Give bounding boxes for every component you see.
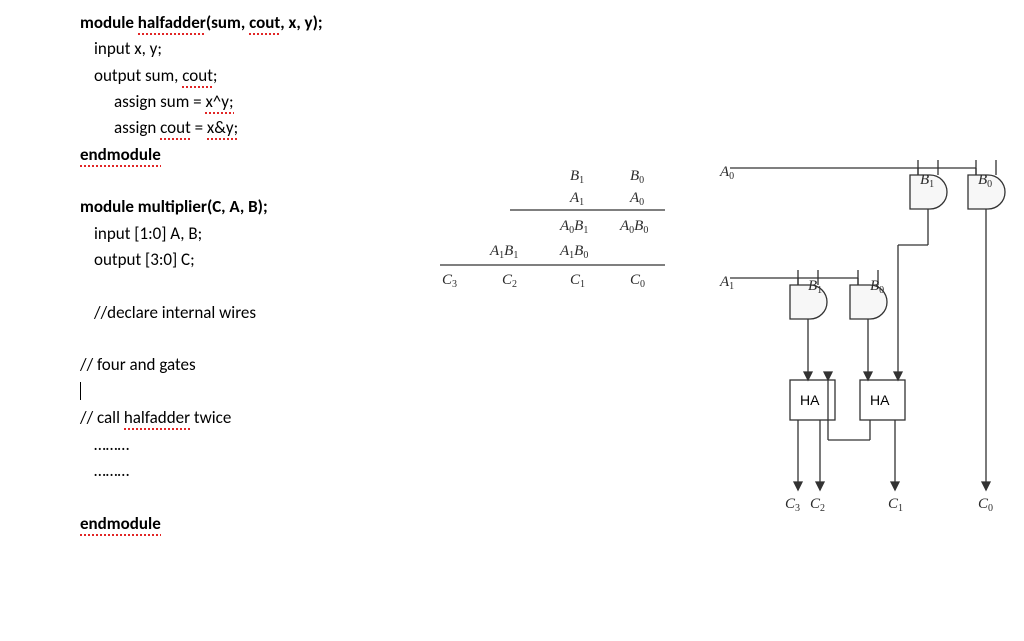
- cin-B0-mid: B0: [870, 278, 884, 296]
- cin-B1-top: B1: [920, 172, 934, 190]
- ha-label-1: HA: [800, 392, 820, 408]
- kw-endmodule: endmodule: [80, 144, 161, 167]
- cin-B0-top: B0: [978, 172, 992, 190]
- tbl-A1: A1: [570, 190, 584, 208]
- cin-A1: A1: [720, 274, 734, 292]
- tbl-C2: C2: [502, 272, 517, 290]
- tbl-C0: C0: [630, 272, 645, 290]
- kw-module: module: [80, 12, 138, 33]
- cin-B1-mid: B1: [808, 278, 822, 296]
- ha-label-2: HA: [870, 392, 890, 408]
- cout-C0: C0: [978, 496, 993, 514]
- verilog-code-block: module halfadder(sum, cout, x, y); input…: [80, 10, 420, 537]
- tbl-A0B1: A0B1: [560, 218, 588, 236]
- tbl-C3: C3: [442, 272, 457, 290]
- tbl-A1B0: A1B0: [560, 243, 588, 261]
- text-cursor: [80, 382, 81, 400]
- tbl-A0: A0: [630, 190, 644, 208]
- cin-A0: A0: [720, 164, 734, 182]
- tbl-B0: B0: [630, 168, 644, 186]
- tbl-C1: C1: [570, 272, 585, 290]
- tbl-B1: B1: [570, 168, 584, 186]
- tbl-A0B0: A0B0: [620, 218, 648, 236]
- word-halfadder: halfadder: [138, 12, 206, 35]
- cout-C2: C2: [810, 496, 825, 514]
- cout-C3: C3: [785, 496, 800, 514]
- circuit-diagram: HA HA: [700, 150, 1020, 550]
- figures-area: B1 B0 A1 A0 A0B1 A0B0 A1B1 A1B0 C3 C2 C1…: [420, 160, 1010, 540]
- cout-C1: C1: [888, 496, 903, 514]
- tbl-A1B1: A1B1: [490, 243, 518, 261]
